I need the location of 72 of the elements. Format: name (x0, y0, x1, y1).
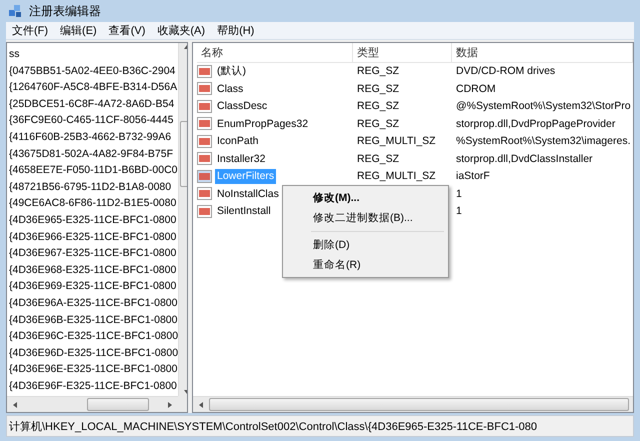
value-data: DVD/CD-ROM drives (455, 64, 556, 79)
column-header[interactable]: 类型 (353, 43, 452, 63)
value-type: REG_SZ (356, 99, 400, 114)
menu-item[interactable]: 重命名(R) (285, 255, 446, 275)
string-value-icon (197, 134, 213, 149)
value-name[interactable]: Installer32 (215, 152, 268, 167)
string-value-icon (197, 187, 213, 202)
tree-item[interactable]: {4D36E96C-E325-11CE-BFC1-0800 (9, 328, 178, 345)
tree-item[interactable]: {4D36E967-E325-11CE-BFC1-0800 (9, 245, 176, 262)
string-value-icon (197, 170, 213, 184)
value-type: REG_SZ (356, 152, 400, 166)
menu-item[interactable]: 编辑(E) (60, 23, 97, 38)
scroll-left-icon[interactable] (11, 400, 19, 408)
menu-item[interactable]: 收藏夹(A) (157, 23, 206, 38)
value-name[interactable]: SilentInstall (215, 204, 273, 220)
tree-item[interactable]: {4D36E96D-E325-11CE-BFC1-0800 (9, 344, 178, 362)
scroll-right-icon[interactable] (166, 400, 174, 408)
value-data: 1 (455, 204, 462, 219)
value-type: REG_SZ (356, 116, 400, 132)
tree-item[interactable]: {4D36E966-E325-11CE-BFC1-0800 (9, 228, 176, 246)
menu-item[interactable]: 查看(V) (108, 23, 146, 38)
column-header[interactable]: 数据 (452, 43, 633, 63)
value-data: storprop.dll,DvdClassInstaller (455, 152, 593, 166)
menu-item[interactable]: 文件(F) (12, 23, 48, 38)
menu-item[interactable]: 帮助(H) (217, 23, 254, 38)
value-data: iaStorF (455, 169, 490, 184)
scroll-left-icon[interactable] (197, 400, 205, 408)
tree-item[interactable]: {0475BB51-5A02-4EE0-B36C-2904 (9, 62, 176, 80)
menu-item[interactable]: 删除(D) (285, 235, 446, 255)
string-value-icon (197, 152, 213, 166)
tree-item[interactable]: {4D36E968-E325-11CE-BFC1-0800 (9, 262, 176, 278)
string-value-icon (197, 82, 213, 96)
string-value-icon (197, 64, 213, 79)
value-data: storprop.dll,DvdPropPageProvider (455, 116, 616, 132)
value-type: REG_SZ (356, 82, 400, 96)
tree-item[interactable]: {4D36E965-E325-11CE-BFC1-0800 (9, 212, 176, 229)
value-type: REG_MULTI_SZ (356, 134, 436, 149)
tree-item[interactable]: {43675D81-502A-4A82-9F84-B75F (9, 146, 174, 162)
string-value-icon (197, 117, 213, 132)
value-name[interactable]: EnumPropPages32 (215, 116, 310, 132)
tree-item[interactable]: {4D36E96F-E325-11CE-BFC1-0800 (9, 378, 177, 394)
tree-item[interactable]: {4658EE7E-F050-11D1-B6BD-00C0 (9, 162, 178, 179)
window-title: 注册表编辑器 (29, 2, 101, 20)
value-type: REG_SZ (356, 64, 400, 79)
value-data: 1 (455, 186, 462, 202)
value-type: REG_MULTI_SZ (356, 169, 436, 184)
tree-item[interactable]: ss (9, 46, 20, 63)
column-header[interactable]: 名称 (197, 43, 353, 63)
registry-cubes-icon (8, 3, 24, 19)
value-name[interactable]: IconPath (215, 134, 260, 150)
tree-item[interactable]: {4116F60B-25B3-4662-B732-99A6 (9, 128, 172, 146)
tree-item[interactable]: {1264760F-A5C8-4BFE-B314-D56A (9, 79, 178, 96)
value-data: CDROM (455, 82, 496, 96)
key-path: 计算机\HKEY_LOCAL_MACHINE\SYSTEM\ControlSet002\Control\Class\{4D36E965-E325-11CE-BFC1-080 (9, 420, 538, 434)
string-value-icon (197, 100, 213, 114)
string-value-icon (197, 204, 213, 219)
value-data: %SystemRoot%\System32\imageres. (455, 134, 630, 149)
tree-item[interactable]: {4D36E96E-E325-11CE-BFC1-0800 (9, 361, 178, 378)
value-data: @%SystemRoot%\System32\StorPro (455, 99, 631, 114)
tree-item[interactable]: {4D36E96A-E325-11CE-BFC1-0800 (9, 294, 178, 312)
tree-item[interactable]: {48721B56-6795-11D2-B1A8-0080 (9, 178, 172, 196)
tree-item[interactable]: {4D36E96B-E325-11CE-BFC1-0800 (9, 312, 178, 328)
value-name[interactable]: (默认) (215, 64, 248, 80)
tree-item[interactable]: {4D36E969-E325-11CE-BFC1-0800 (9, 278, 176, 295)
menu-item[interactable]: 修改二进制数据(B)... (285, 208, 446, 228)
value-name[interactable]: NoInstallClas (215, 186, 281, 202)
tree-item[interactable]: {49CE6AC8-6F86-11D2-B1E5-0080 (9, 195, 176, 212)
value-name[interactable]: Class (215, 82, 246, 97)
menu-item[interactable]: 修改(M)... (285, 188, 446, 208)
value-name[interactable]: ClassDesc (215, 99, 270, 114)
tree-item[interactable]: {25DBCE51-6C8F-4A72-8A6D-B54 (9, 96, 174, 112)
tree-item[interactable]: {36FC9E60-C465-11CF-8056-4445 (9, 112, 174, 129)
